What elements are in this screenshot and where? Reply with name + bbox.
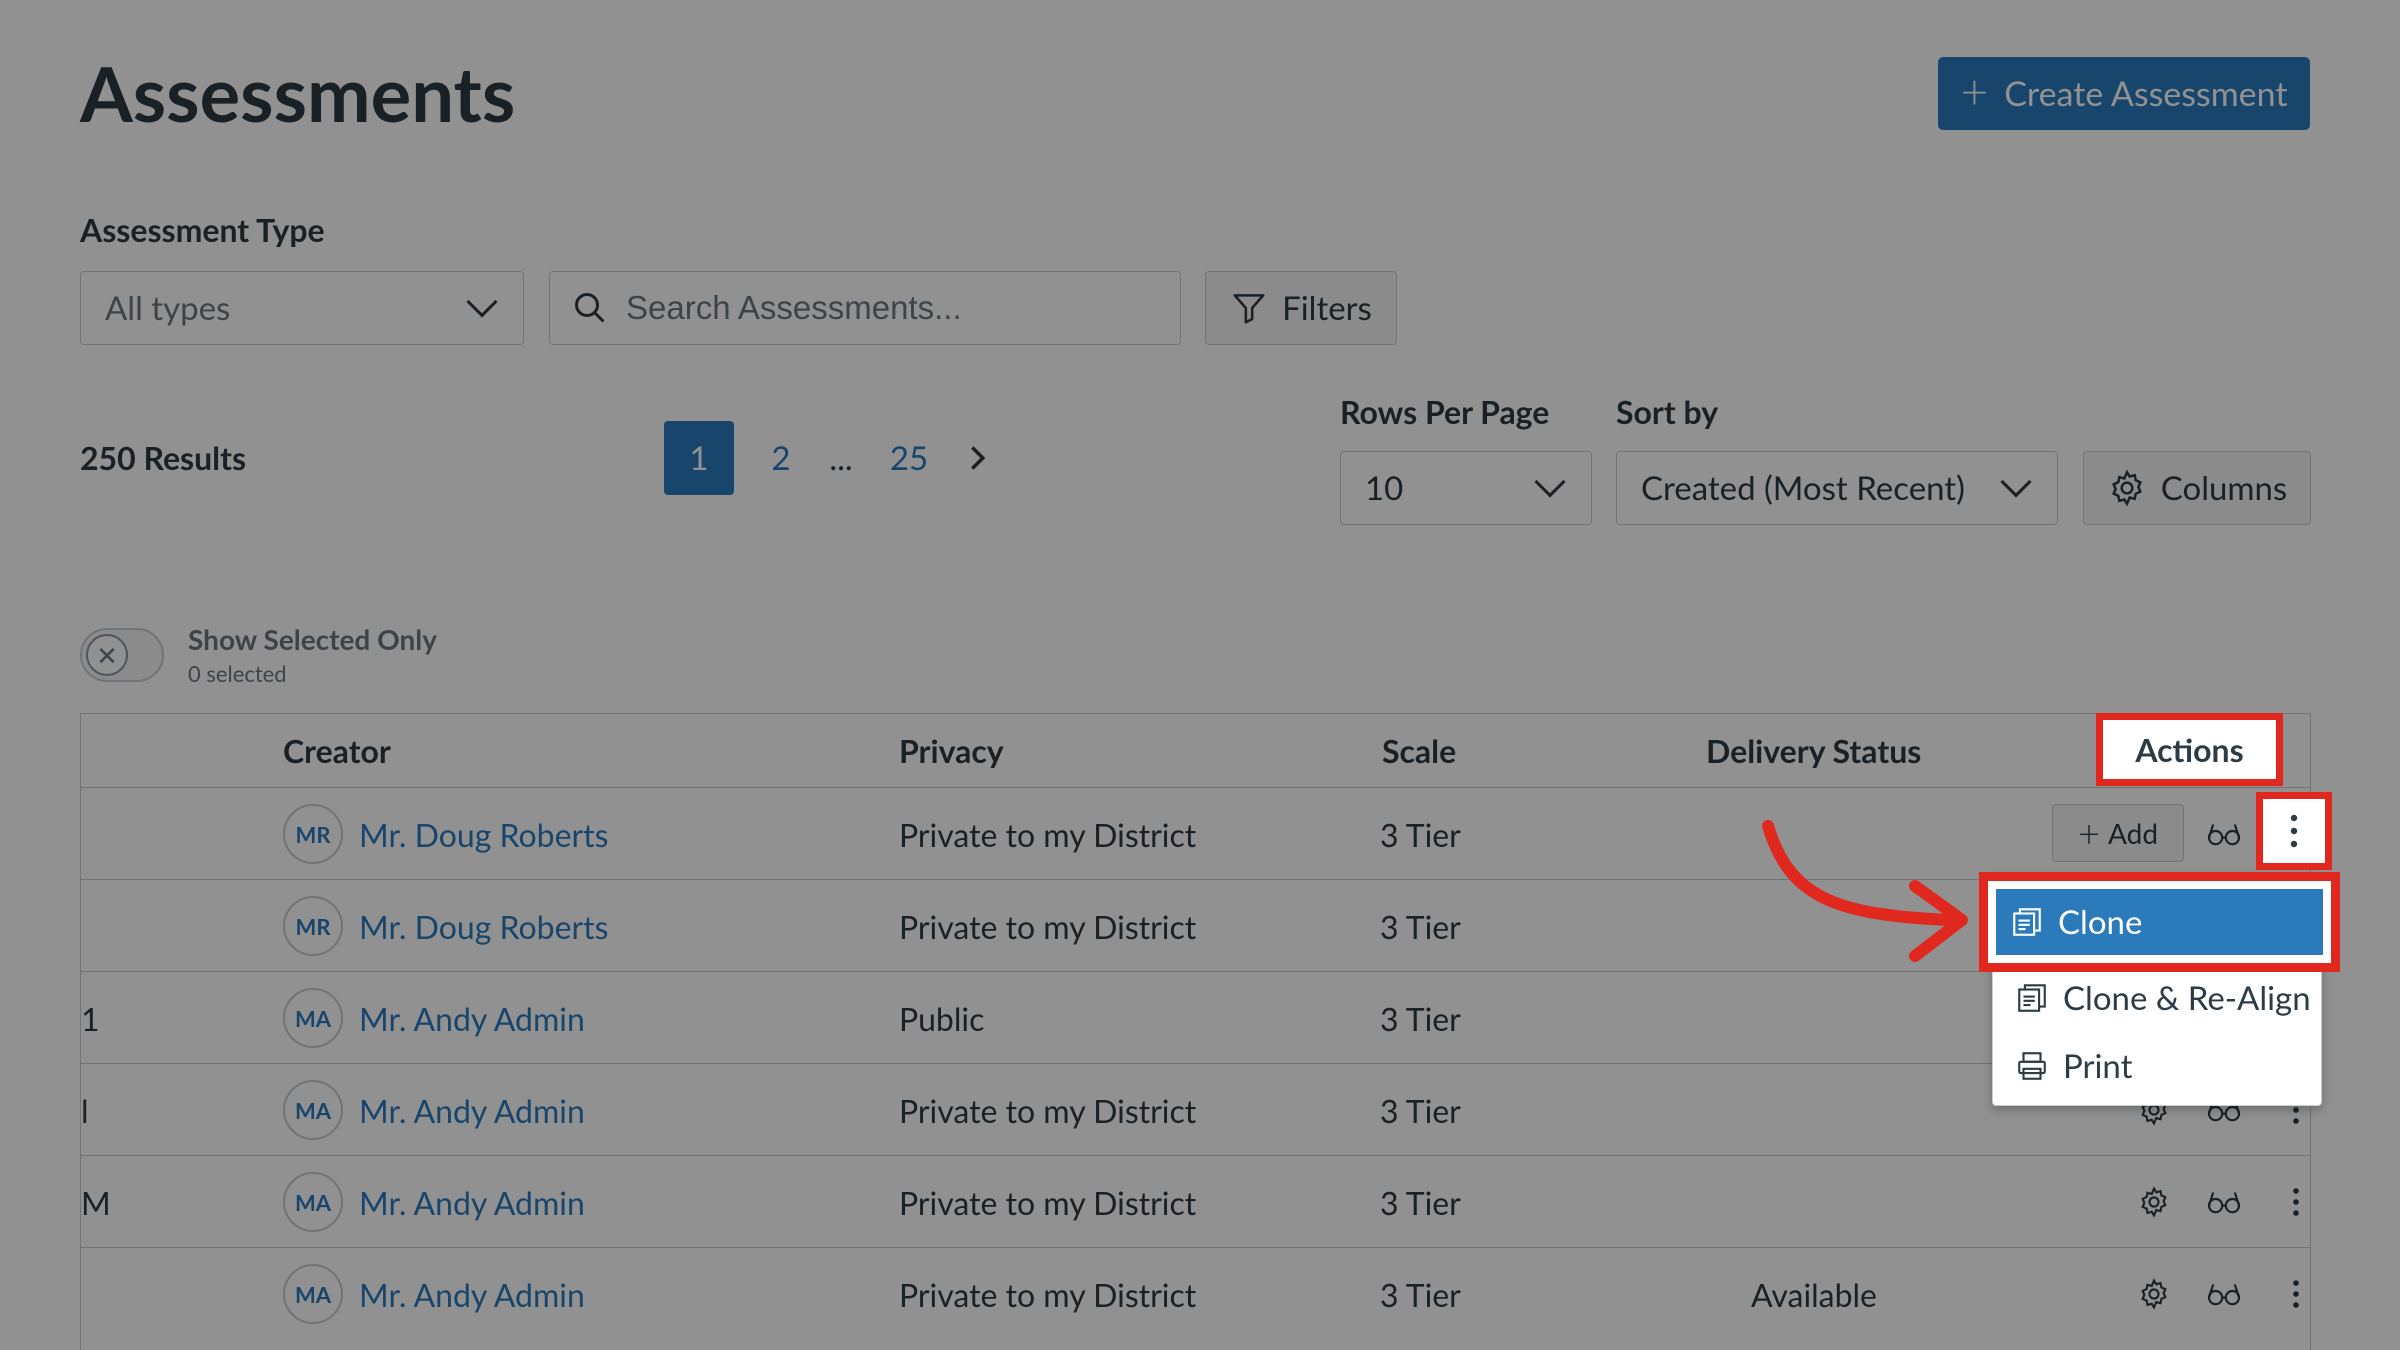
menu-item-print[interactable]: Print [1993,1031,2321,1101]
annotation-arrow [1762,820,1968,962]
copy-icon [2013,908,2041,936]
row-menu-button[interactable] [2256,792,2332,870]
clone-highlight: Clone [1979,872,2340,972]
more-vertical-icon [2290,814,2298,848]
assessments-page: Assessments + Create Assessment Assessme… [0,0,2400,1350]
print-icon [2018,1052,2046,1080]
copy-icon [2018,984,2046,1012]
menu-item-label: Clone & Re-Align [2063,978,2311,1018]
actions-header-highlight: Actions [2096,713,2283,786]
menu-item-label: Print [2063,1046,2133,1086]
menu-item-clone[interactable]: Clone [1996,889,2323,955]
menu-item-label: Clone [2058,902,2143,942]
menu-item-clone-realign[interactable]: Clone & Re-Align [1993,963,2321,1033]
